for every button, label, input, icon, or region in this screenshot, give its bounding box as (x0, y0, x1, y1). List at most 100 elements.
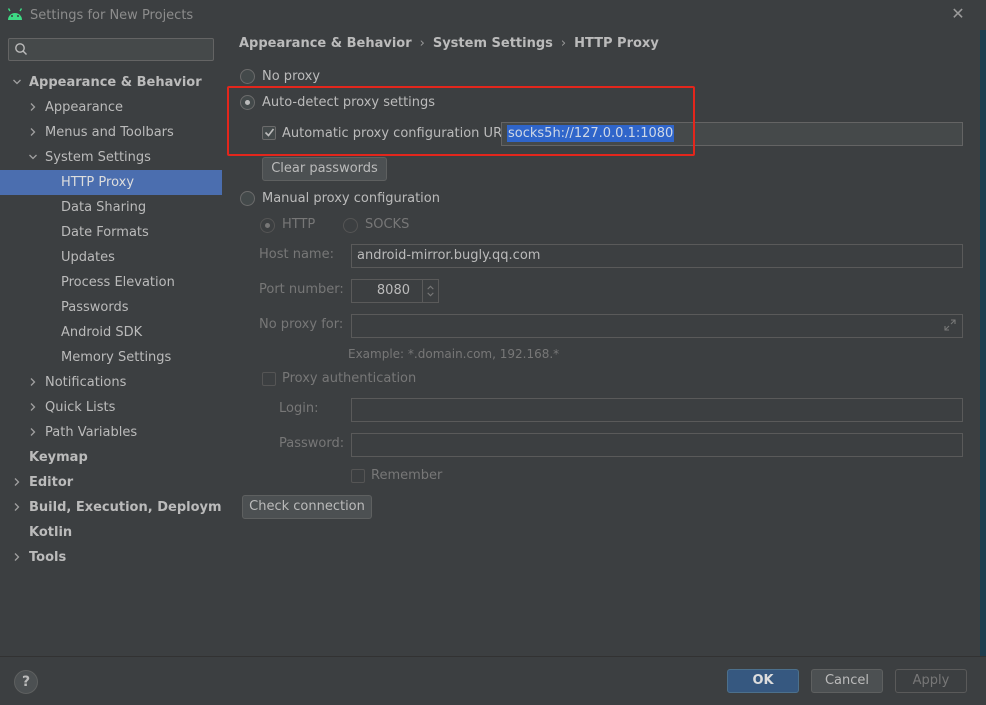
login-label: Login: (279, 401, 319, 416)
breadcrumb-separator: › (560, 36, 567, 51)
sidebar-item-label: Memory Settings (61, 350, 172, 365)
sidebar-item-label: System Settings (45, 150, 151, 165)
dialog-footer: ? OK Cancel Apply (0, 656, 986, 705)
sidebar-item-label: Process Elevation (61, 275, 175, 290)
sidebar-item-build-execution-deployment[interactable]: Build, Execution, Deployment (0, 495, 246, 520)
sidebar-item-label: Path Variables (45, 425, 138, 440)
apply-button[interactable]: Apply (895, 669, 967, 693)
password-label: Password: (279, 436, 345, 451)
help-button[interactable]: ? (14, 670, 38, 694)
check-connection-button[interactable]: Check connection (242, 495, 372, 519)
remember-checkbox[interactable] (351, 469, 365, 483)
spinner-arrows-icon[interactable] (422, 280, 438, 302)
ok-button[interactable]: OK (727, 669, 799, 693)
android-icon (7, 8, 23, 20)
host-name-label: Host name: (259, 247, 334, 262)
chevron-right-icon (14, 503, 20, 511)
sidebar-item-appearance-behavior[interactable]: Appearance & Behavior (0, 70, 222, 95)
sidebar-item-android-sdk[interactable]: Android SDK (0, 320, 222, 345)
host-name-input[interactable]: android-mirror.bugly.qq.com (351, 244, 963, 268)
no-proxy-example: Example: *.domain.com, 192.168.* (348, 347, 560, 361)
socks-radio[interactable] (343, 218, 358, 233)
window-title: Settings for New Projects (30, 7, 194, 23)
title-bar: Settings for New Projects ✕ (0, 0, 986, 30)
sidebar-item-label: Passwords (61, 300, 129, 315)
socks-label: SOCKS (365, 217, 410, 232)
http-proxy-panel: Appearance & Behavior › System Settings … (222, 30, 980, 656)
cancel-button[interactable]: Cancel (811, 669, 883, 693)
sidebar-item-http-proxy[interactable]: HTTP Proxy (0, 170, 222, 195)
chevron-right-icon (14, 478, 20, 486)
sidebar-item-process-elevation[interactable]: Process Elevation (0, 270, 222, 295)
sidebar-item-label: Updates (61, 250, 115, 265)
remember-label: Remember (371, 468, 443, 483)
chevron-right-icon (30, 378, 36, 386)
sidebar-item-label: Build, Execution, Deployment (29, 500, 246, 515)
manual-proxy-radio[interactable] (240, 191, 255, 206)
sidebar-item-updates[interactable]: Updates (0, 245, 222, 270)
breadcrumb-item: HTTP Proxy (574, 36, 659, 51)
port-number-label: Port number: (259, 282, 344, 297)
settings-tree: Appearance & Behavior Appearance Menus a… (0, 70, 246, 570)
highlight-annotation (227, 86, 695, 156)
sidebar-item-label: Notifications (45, 375, 127, 390)
sidebar-item-label: Appearance (45, 100, 124, 115)
sidebar-item-quick-lists[interactable]: Quick Lists (0, 395, 222, 420)
no-proxy-label: No proxy (262, 69, 321, 84)
chevron-right-icon (14, 553, 20, 561)
sidebar-item-system-settings[interactable]: System Settings (0, 145, 222, 170)
sidebar-item-label: Keymap (29, 450, 88, 465)
sidebar-item-notifications[interactable]: Notifications (0, 370, 222, 395)
port-number-stepper[interactable]: 8080 (351, 279, 439, 303)
sidebar-item-label: Editor (29, 475, 74, 490)
breadcrumb-item[interactable]: Appearance & Behavior (239, 36, 412, 51)
proxy-authentication-checkbox[interactable] (262, 372, 276, 386)
sidebar-item-editor[interactable]: Editor (0, 470, 222, 495)
sidebar-item-label: Appearance & Behavior (29, 75, 202, 90)
chevron-right-icon (30, 128, 36, 136)
chevron-down-icon (29, 154, 37, 160)
close-icon[interactable]: ✕ (948, 4, 968, 24)
sidebar-item-label: Menus and Toolbars (45, 125, 174, 140)
chevron-right-icon (30, 403, 36, 411)
chevron-right-icon (30, 428, 36, 436)
breadcrumb-separator: › (419, 36, 425, 51)
expand-icon[interactable] (944, 319, 956, 331)
breadcrumb-item[interactable]: System Settings (433, 36, 553, 51)
sidebar-item-tools[interactable]: Tools (0, 545, 222, 570)
sidebar-item-passwords[interactable]: Passwords (0, 295, 222, 320)
sidebar-item-keymap[interactable]: Keymap (0, 445, 222, 470)
http-label: HTTP (282, 217, 316, 232)
port-number-value: 8080 (376, 283, 410, 298)
sidebar-item-label: HTTP Proxy (61, 175, 135, 190)
chevron-right-icon (30, 103, 36, 111)
proxy-authentication-label: Proxy authentication (282, 371, 417, 386)
sidebar-item-menus-toolbars[interactable]: Menus and Toolbars (0, 120, 222, 145)
no-proxy-for-input[interactable] (351, 314, 963, 338)
sidebar-item-label: Data Sharing (61, 200, 147, 215)
sidebar-item-date-formats[interactable]: Date Formats (0, 220, 222, 245)
settings-sidebar: Appearance & Behavior Appearance Menus a… (0, 30, 246, 656)
sidebar-item-label: Date Formats (61, 225, 149, 240)
sidebar-item-label: Android SDK (61, 325, 143, 340)
sidebar-item-label: Tools (29, 550, 67, 565)
search-icon (15, 43, 27, 55)
sidebar-item-kotlin[interactable]: Kotlin (0, 520, 222, 545)
manual-proxy-label: Manual proxy configuration (262, 191, 440, 206)
breadcrumb: Appearance & Behavior › System Settings … (239, 36, 659, 51)
sidebar-item-label: Quick Lists (45, 400, 116, 415)
login-input[interactable] (351, 398, 963, 422)
chevron-down-icon (13, 79, 21, 85)
sidebar-item-path-variables[interactable]: Path Variables (0, 420, 222, 445)
no-proxy-for-label: No proxy for: (259, 317, 344, 332)
sidebar-item-memory-settings[interactable]: Memory Settings (0, 345, 222, 370)
clear-passwords-button[interactable]: Clear passwords (262, 157, 387, 181)
password-input[interactable] (351, 433, 963, 457)
sidebar-item-appearance[interactable]: Appearance (0, 95, 222, 120)
sidebar-item-label: Kotlin (29, 525, 73, 540)
http-radio[interactable] (260, 218, 275, 233)
no-proxy-radio[interactable] (240, 69, 255, 84)
search-input[interactable] (8, 38, 214, 61)
sidebar-item-data-sharing[interactable]: Data Sharing (0, 195, 222, 220)
window-edge (980, 30, 986, 656)
